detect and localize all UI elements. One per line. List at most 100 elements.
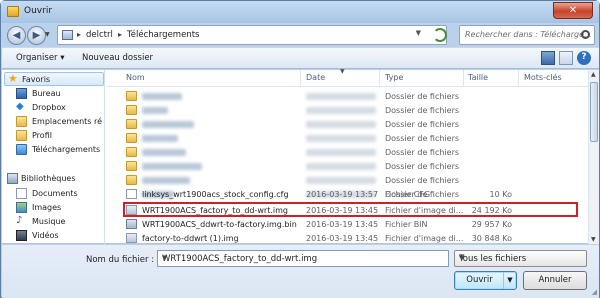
column-divider[interactable] [300,70,301,87]
blurred-date [306,93,376,100]
address-bar[interactable]: ▸ delctrl ▸ Téléchargements ▼ [57,25,447,45]
file-list: Nom ▼ Date Type Taille Mots-clés Dossier… [106,68,599,245]
new-folder-button[interactable]: Nouveau dossier [82,53,153,63]
command-bar: Organiser ▾ Nouveau dossier ? [2,47,599,69]
sidebar-item-downloads[interactable]: Téléchargements [4,143,104,157]
column-name[interactable]: Nom [126,73,145,82]
folder-type: Dossier de fichiers [385,120,460,129]
sidebar-item-label: Profil [32,131,52,140]
blurred-folder-name [142,107,168,114]
folder-row[interactable]: Dossier de fichiers [106,90,588,103]
sidebar-item-music[interactable]: ♪ Musique [4,215,104,229]
open-button[interactable]: Ouvrir ▼ [454,271,517,290]
file-row-ddwrt-to-factory[interactable]: WRT1900ACS_ddwrt-to-factory.img.bin 2016… [106,218,588,231]
sidebar-item-bureau[interactable]: Bureau [4,87,104,101]
refresh-icon[interactable] [433,28,447,42]
blurred-folder-name [142,177,190,184]
recent-pages-dropdown-icon[interactable]: ▼ [45,31,50,38]
column-date[interactable]: Date [306,73,325,82]
resize-grip-icon[interactable]: ◢ [592,288,597,296]
selection-highlight-box [123,202,578,217]
file-row-factory-to-ddwrt-1[interactable]: factory-to-ddwrt (1).img 2016-03-19 13:4… [106,232,588,245]
organize-dropdown-icon: ▾ [60,53,65,63]
blurred-date [306,135,376,142]
search-placeholder: Rechercher dans : Télécharge... [465,30,592,39]
address-dropdown-icon[interactable]: ▼ [416,29,421,37]
user-folder-icon [16,130,27,141]
sidebar-item-documents[interactable]: Documents [4,187,104,201]
folder-row[interactable]: Dossier de fichiers [106,174,588,187]
scrollbar-thumb[interactable] [590,82,598,142]
file-type: Fichier CFG [385,190,431,199]
sidebar-item-images[interactable]: Images [4,201,104,215]
blurred-folder-name [142,121,194,128]
scroll-down-icon[interactable]: ▼ [591,236,596,243]
file-size: 30 848 Ko [471,234,512,243]
file-row-config[interactable]: linksys_wrt1900acs_stock_config.cfg 2016… [106,188,588,201]
breadcrumb-separator[interactable]: ▸ [77,30,81,39]
search-input[interactable]: Rechercher dans : Télécharge... [459,25,595,45]
preview-pane-icon[interactable] [559,51,573,65]
sidebar-favorites[interactable]: ★ Favoris [4,72,104,86]
open-file-dialog: Ouvrir ✕ ◀ ▶ ▼ ▸ delctrl ▸ Téléchargemen… [0,0,600,298]
sidebar-item-recent-places[interactable]: Emplacements ré [4,115,104,129]
help-icon[interactable]: ? [577,51,591,65]
content-pane: ★ Favoris Bureau ◆ Dropbox Emplacements … [2,68,599,245]
folder-type: Dossier de fichiers [385,106,460,115]
sidebar-libraries[interactable]: Bibliothèques [4,172,104,186]
bin-file-icon [126,219,137,229]
filename-field[interactable]: WRT1900ACS_factory_to_dd-wrt.img ▼ [157,250,449,267]
blurred-date [306,149,376,156]
sidebar-item-profile[interactable]: Profil [4,129,104,143]
libraries-label: Bibliothèques [21,174,76,183]
column-size[interactable]: Taille [468,73,488,82]
back-button[interactable]: ◀ [7,26,26,45]
filetype-dropdown-icon[interactable]: ▼ [459,254,582,262]
change-view-icon[interactable] [541,51,555,65]
folder-type: Dossier de fichiers [385,162,460,171]
cancel-button[interactable]: Annuler [523,271,587,290]
recent-places-icon [16,116,27,127]
filename-dropdown-icon[interactable]: ▼ [162,254,445,262]
blurred-folder-name [142,163,202,170]
folder-icon [126,105,137,115]
file-name: WRT1900ACS_ddwrt-to-factory.img.bin [142,220,297,229]
file-icon [126,189,137,199]
downloads-icon [16,144,27,155]
folder-icon [126,175,137,185]
sidebar-item-label: Bureau [32,89,61,98]
breadcrumb-downloads[interactable]: Téléchargements [127,30,199,40]
forward-button[interactable]: ▶ [27,26,46,45]
breadcrumb-user[interactable]: delctrl [86,30,113,40]
disk-image-icon [126,233,137,243]
vertical-scrollbar[interactable]: ▲ ▼ [588,70,599,244]
dropbox-icon: ◆ [16,101,24,112]
scroll-up-icon[interactable]: ▲ [591,71,596,78]
column-divider[interactable] [379,70,380,87]
close-button[interactable]: ✕ [553,2,593,19]
file-type: Fichier BIN [385,220,428,229]
open-dropdown-icon[interactable]: ▼ [503,272,516,289]
libraries-icon [7,173,18,184]
sort-descending-icon: ▼ [340,68,345,75]
organize-button[interactable]: Organiser ▾ [16,53,65,63]
folder-row[interactable]: Dossier de fichiers [106,146,588,159]
title-bar[interactable]: Ouvrir ✕ [1,1,599,23]
column-divider[interactable] [518,70,519,87]
filetype-select[interactable]: Tous les fichiers ▼ [454,250,587,267]
folder-row[interactable]: Dossier de fichiers [106,104,588,117]
blurred-date [306,163,376,170]
sidebar-item-videos[interactable]: Vidéos [4,229,104,243]
images-icon [16,202,27,213]
file-date: 2016-03-19 13:45 [306,234,379,243]
search-icon[interactable] [581,30,590,39]
breadcrumb-separator[interactable]: ▸ [118,30,122,39]
column-type[interactable]: Type [385,73,403,82]
folder-row[interactable]: Dossier de fichiers [106,160,588,173]
column-divider[interactable] [463,70,464,87]
sidebar-item-dropbox[interactable]: ◆ Dropbox [4,101,104,115]
folder-row[interactable]: Dossier de fichiers [106,132,588,145]
folder-icon [126,147,137,157]
column-tags[interactable]: Mots-clés [524,73,562,82]
folder-row[interactable]: Dossier de fichiers [106,118,588,131]
